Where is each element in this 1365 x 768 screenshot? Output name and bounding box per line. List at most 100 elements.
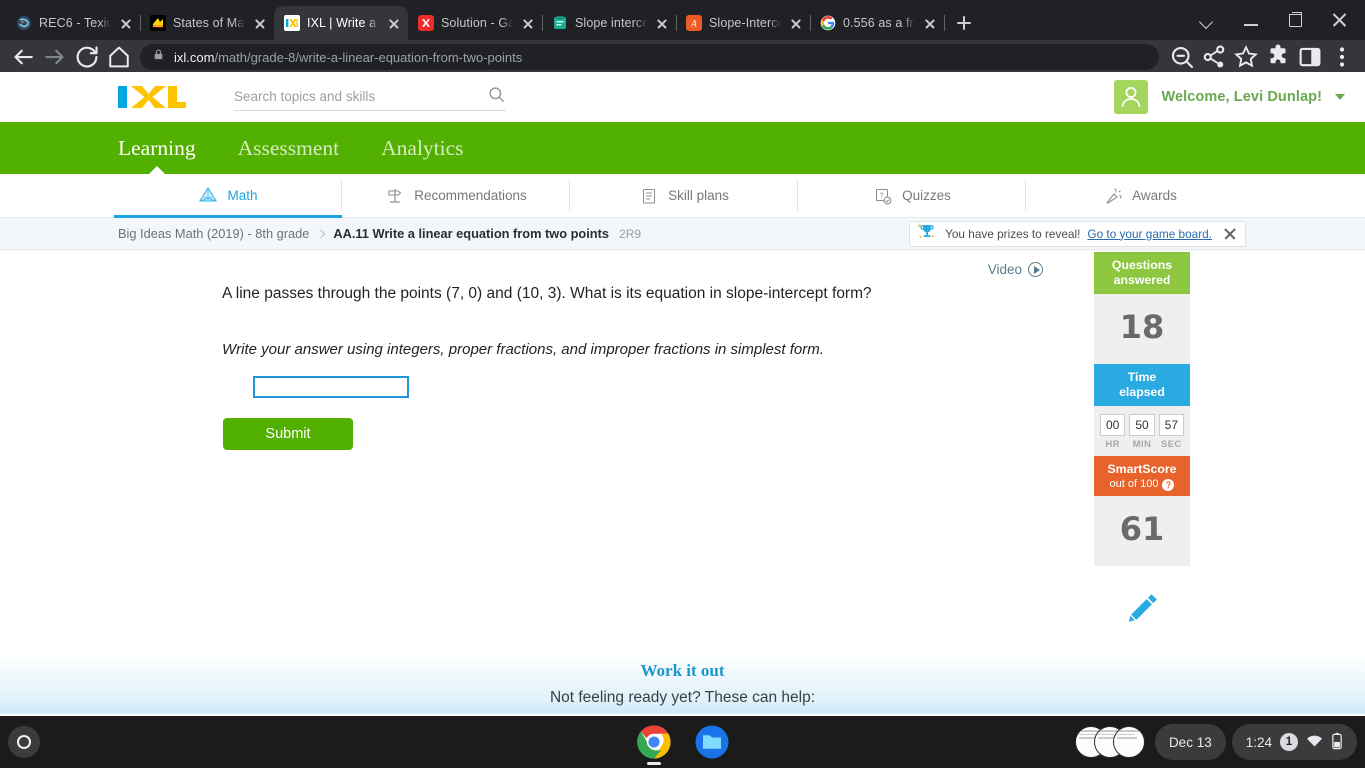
close-icon[interactable] [386,15,402,31]
home-icon[interactable] [104,42,134,72]
date-tray-button[interactable]: Dec 13 [1154,724,1226,760]
tab-quizzes[interactable]: ? Quizzes [798,174,1026,217]
minimize-icon[interactable] [1229,0,1273,40]
maximize-icon[interactable] [1273,0,1317,40]
wifi-icon[interactable] [1306,734,1323,751]
tab-divider [944,15,945,31]
lock-icon [152,48,165,66]
url-path: /math/grade-8/write-a-linear-equation-fr… [214,49,523,65]
close-icon[interactable] [118,15,134,31]
search-input[interactable] [234,89,487,104]
battery-icon[interactable] [1331,732,1343,753]
nav-item-analytics[interactable]: Analytics [381,122,463,174]
question-prompt: A line passes through the points (7, 0) … [222,285,872,302]
close-icon[interactable] [252,15,268,31]
notification-count-badge[interactable]: 1 [1280,733,1298,751]
browser-tab[interactable]: A Slope-Intercept F [676,6,811,40]
tab-search-chevron-icon[interactable] [1185,0,1229,40]
tab-skill-plans[interactable]: Skill plans [570,174,798,217]
browser-tab-active[interactable]: IXL | Write a linea [274,6,408,40]
algebra-icon: A [686,15,702,31]
share-icon[interactable] [1199,42,1229,72]
nav-item-assessment[interactable]: Assessment [238,122,340,174]
new-tab-button[interactable] [950,9,978,37]
close-icon[interactable] [922,15,938,31]
main-nav: Learning Assessment Analytics [0,122,1365,174]
prize-text: You have prizes to reveal! [945,226,1081,241]
shelf-app-list [636,724,730,765]
address-bar[interactable]: ixl.com/math/grade-8/write-a-linear-equa… [140,44,1159,70]
launcher-ring [17,735,31,749]
pencil-icon[interactable] [1125,590,1161,631]
smartscore-title: SmartScore [1107,462,1177,476]
launcher-circle-icon[interactable] [8,726,40,758]
answer-input[interactable] [253,376,409,398]
tab-label: Skill plans [668,188,729,203]
timer-seconds-label: SEC [1160,439,1182,450]
browser-tab[interactable]: REC6 - Texico Mu [6,6,141,40]
close-icon[interactable] [654,15,670,31]
browser-tab[interactable]: Slope intercept fo [542,6,677,40]
browser-tab[interactable]: 0.556 as a fractio [810,6,945,40]
reload-icon[interactable] [72,42,102,72]
site-search[interactable] [234,84,506,111]
chrome-menu-icon[interactable] [1327,42,1357,72]
nav-item-label: Assessment [237,135,340,160]
chrome-app-icon[interactable] [636,724,672,765]
back-icon[interactable] [8,42,38,72]
window-close-icon[interactable] [1317,0,1361,40]
smartscore-header: SmartScore out of 100 ? [1094,456,1190,497]
signpost-icon [385,186,405,206]
bookmark-star-icon[interactable] [1231,42,1261,72]
window-previews-icon[interactable] [1074,724,1149,760]
site-header: Welcome, Levi Dunlap! [0,72,1365,122]
tab-math[interactable]: Math [114,174,342,218]
time-elapsed-title-2: elapsed [1119,385,1165,399]
tab-title: 0.556 as a fractio [843,16,915,30]
tab-title: States of Matter [173,16,245,30]
search-icon[interactable] [487,85,506,109]
timer-minutes-label: MIN [1132,439,1152,450]
chevron-down-icon[interactable] [1335,94,1345,100]
timer: 00 HR 50 MIN 57 SEC [1094,406,1190,456]
nav-item-learning[interactable]: Learning [118,122,196,174]
browser-tab[interactable]: Solution - Gauthm [408,6,543,40]
side-panel-icon[interactable] [1295,42,1325,72]
question-instruction: Write your answer using integers, proper… [222,341,824,358]
tab-label: Awards [1132,188,1177,203]
pyramid-icon [198,186,218,206]
play-circle-icon[interactable] [1028,262,1043,277]
status-tray-button[interactable]: 1:24 1 [1231,724,1357,760]
shelf-time: 1:24 [1245,734,1272,750]
breadcrumb-parent[interactable]: Big Ideas Math (2019) - 8th grade [118,226,309,241]
breadcrumb-current: AA.11 Write a linear equation from two p… [333,226,610,241]
work-it-out-title[interactable]: Work it out [0,661,1365,681]
svg-text:A: A [690,19,697,29]
toolbar-right-icons [1167,42,1357,72]
timer-minutes: 50 MIN [1129,414,1155,450]
address-bar-url: ixl.com/math/grade-8/write-a-linear-equa… [174,50,522,65]
zoom-icon[interactable] [1167,42,1197,72]
forward-icon[interactable] [40,42,70,72]
nav-item-label: Learning [118,135,196,160]
question-mark-icon[interactable]: ? [1162,478,1175,491]
tab-awards[interactable]: Awards [1026,174,1254,217]
ixl-logo[interactable] [118,83,186,111]
timer-seconds: 57 SEC [1158,414,1184,450]
user-menu[interactable]: Welcome, Levi Dunlap! [1114,80,1345,114]
prize-banner[interactable]: You have prizes to reveal! Go to your ga… [909,220,1246,247]
submit-button[interactable]: Submit [223,418,353,450]
timer-hours-label: HR [1105,439,1120,450]
tab-title: Solution - Gauthm [441,16,513,30]
video-link[interactable]: Video [988,262,1043,277]
close-icon[interactable] [520,15,536,31]
timer-minutes-value: 50 [1129,414,1155,436]
nav-item-label: Analytics [381,135,464,160]
files-app-icon[interactable] [694,724,730,760]
browser-tab[interactable]: PhET States of Matter [140,6,274,40]
close-icon[interactable] [1223,227,1237,241]
prize-link[interactable]: Go to your game board. [1087,227,1212,241]
close-icon[interactable] [788,15,804,31]
extensions-icon[interactable] [1263,42,1293,72]
tab-recommendations[interactable]: Recommendations [342,174,570,217]
